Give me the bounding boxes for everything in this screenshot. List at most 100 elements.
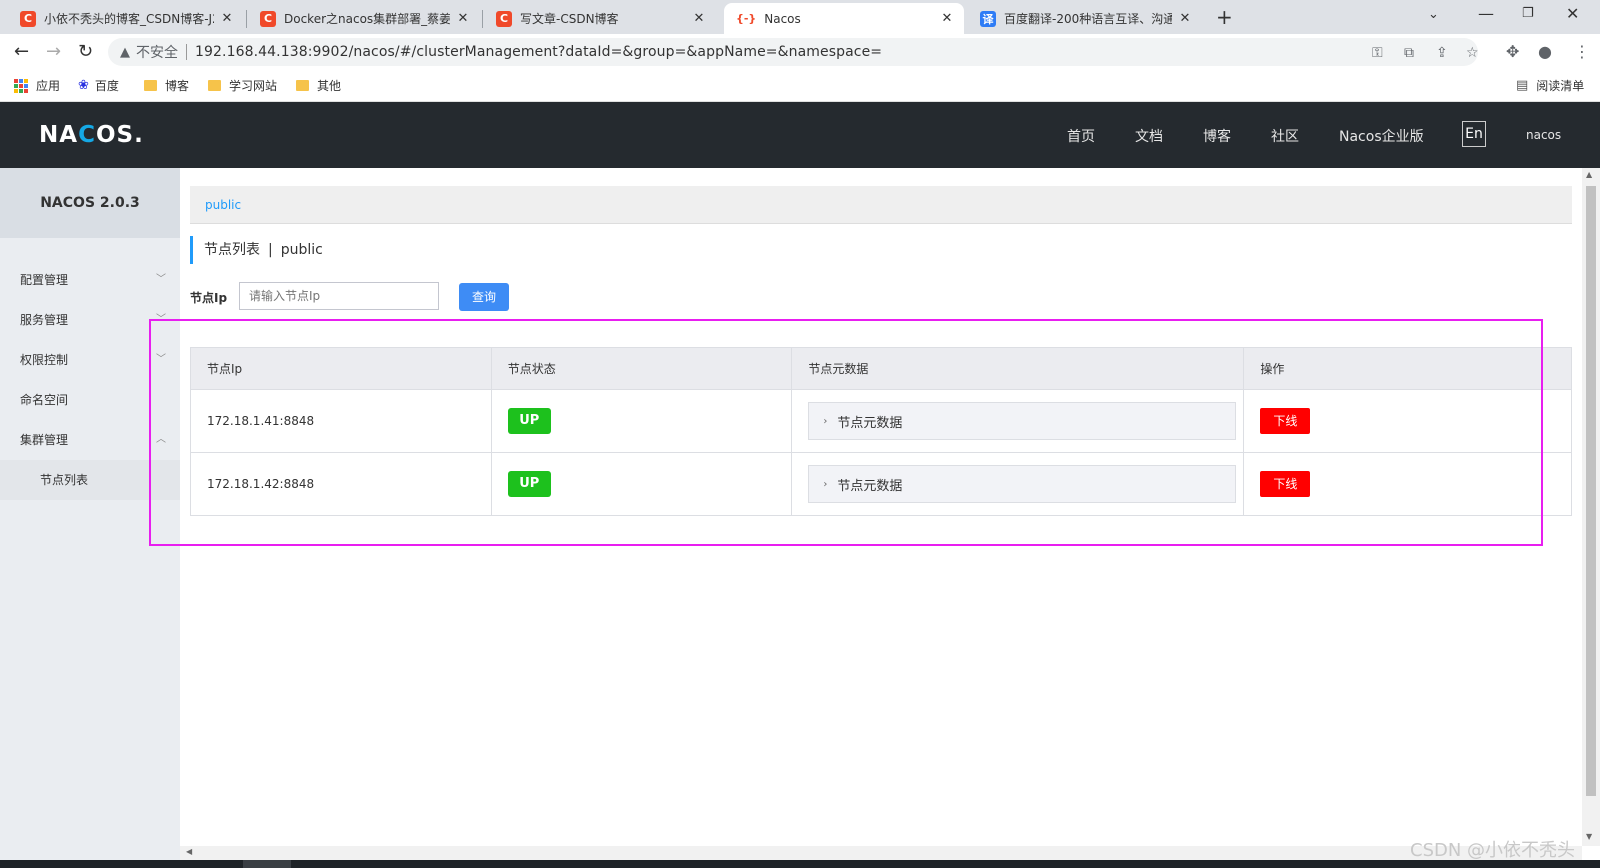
scroll-down-icon[interactable]: ▼ xyxy=(1586,832,1592,841)
page-title-separator: | xyxy=(268,242,273,258)
taskbar-item xyxy=(243,860,291,868)
node-status-cell: UP xyxy=(490,452,793,516)
bookmark-star-icon[interactable]: ☆ xyxy=(1466,45,1479,61)
csdn-favicon-icon: C xyxy=(20,10,36,27)
sidebar-item-label: 服务管理 xyxy=(20,313,69,327)
extensions-icon[interactable]: ✥ xyxy=(1506,42,1519,61)
browser-tab[interactable]: C 写文章-CSDN博客 ✕ xyxy=(484,3,716,34)
bookmark-label: 其他 xyxy=(317,79,342,93)
close-tab-icon[interactable]: ✕ xyxy=(940,11,954,26)
new-tab-icon[interactable]: + xyxy=(1216,5,1233,29)
page-title: 节点列表 | public xyxy=(190,236,323,264)
forward-icon[interactable]: → xyxy=(46,41,61,62)
bookmark-apps[interactable]: 应用 xyxy=(14,77,60,94)
bookmark-folder-other[interactable]: 其他 xyxy=(296,77,341,94)
sidebar-item-service[interactable]: 服务管理 ﹀ xyxy=(0,300,180,340)
bookmark-baidu[interactable]: ❀ 百度 xyxy=(78,77,119,94)
chevron-right-icon: › xyxy=(823,415,828,427)
node-ip-input[interactable] xyxy=(239,282,439,310)
nav-enterprise[interactable]: Nacos企业版 xyxy=(1339,126,1424,146)
restore-icon[interactable]: ❐ xyxy=(1522,6,1534,21)
tab-title: 小依不秃头的博客_CSDN博客-J2 xyxy=(44,12,214,26)
close-window-icon[interactable]: ✕ xyxy=(1566,4,1579,23)
translate-icon[interactable]: ⧉ xyxy=(1404,45,1414,61)
sidebar-item-namespace[interactable]: 命名空间 xyxy=(0,380,180,420)
menu-kebab-icon[interactable]: ⋮ xyxy=(1574,42,1590,61)
table-row: 172.18.1.42:8848 UP › 节点元数据 下线 xyxy=(190,452,1572,516)
node-ip-cell: 172.18.1.42:8848 xyxy=(190,452,492,516)
node-action-cell: 下线 xyxy=(1243,389,1572,453)
sidebar-item-label: 权限控制 xyxy=(20,353,69,367)
close-tab-icon[interactable]: ✕ xyxy=(220,11,234,26)
status-badge: UP xyxy=(507,408,551,434)
bookmark-folder-study[interactable]: 学习网站 xyxy=(208,77,277,94)
folder-icon xyxy=(296,80,309,91)
omnibox[interactable]: ▲ 不安全 192.168.44.138:9902/nacos/#/cluste… xyxy=(108,38,1478,66)
apps-grid-icon xyxy=(14,78,28,93)
back-icon[interactable]: ← xyxy=(14,41,29,62)
close-tab-icon[interactable]: ✕ xyxy=(1178,11,1192,26)
page-title-text: 节点列表 xyxy=(204,242,260,258)
bookmark-label: 学习网站 xyxy=(229,79,278,93)
column-header-metadata: 节点元数据 xyxy=(791,347,1245,390)
status-badge: UP xyxy=(507,471,551,497)
key-icon[interactable]: ⚿ xyxy=(1372,45,1383,61)
column-header-ip: 节点Ip xyxy=(190,347,492,390)
sidebar-item-cluster[interactable]: 集群管理 ︿ xyxy=(0,420,180,460)
metadata-collapse[interactable]: › 节点元数据 xyxy=(808,465,1237,503)
metadata-collapse[interactable]: › 节点元数据 xyxy=(808,402,1237,440)
reload-icon[interactable]: ↻ xyxy=(78,41,93,62)
sidebar-item-config[interactable]: 配置管理 ﹀ xyxy=(0,260,180,300)
tab-search-icon[interactable]: ⌄ xyxy=(1428,7,1439,22)
close-tab-icon[interactable]: ✕ xyxy=(692,11,706,26)
horizontal-scrollbar[interactable]: ◀ xyxy=(180,846,1582,860)
node-metadata-cell: › 节点元数据 xyxy=(791,389,1245,453)
close-tab-icon[interactable]: ✕ xyxy=(456,11,470,26)
tab-title: 百度翻译-200种语言互译、沟通... xyxy=(1004,12,1172,26)
nav-blog[interactable]: 博客 xyxy=(1203,126,1231,146)
offline-button[interactable]: 下线 xyxy=(1260,408,1311,434)
sidebar-item-label: 配置管理 xyxy=(20,273,69,287)
profile-avatar-icon[interactable]: ● xyxy=(1538,42,1552,61)
nacos-favicon-icon: {-} xyxy=(736,12,757,25)
minimize-icon[interactable]: — xyxy=(1478,4,1494,23)
share-icon[interactable]: ⇪ xyxy=(1436,45,1448,61)
browser-tab[interactable]: C Docker之nacos集群部署_蔡姜康 ✕ xyxy=(248,3,480,34)
browser-tab-active[interactable]: {-} Nacos ✕ xyxy=(724,3,964,34)
csdn-favicon-icon: C xyxy=(496,10,512,27)
nav-home[interactable]: 首页 xyxy=(1067,126,1095,146)
query-button[interactable]: 查询 xyxy=(459,283,509,311)
language-toggle-button[interactable]: En xyxy=(1462,121,1486,147)
user-name[interactable]: nacos xyxy=(1526,128,1561,142)
sidebar-title: NACOS 2.0.3 xyxy=(0,168,180,238)
node-ip-cell: 172.18.1.41:8848 xyxy=(190,389,492,453)
tab-title: Docker之nacos集群部署_蔡姜康 xyxy=(284,12,450,26)
metadata-label: 节点元数据 xyxy=(837,415,903,431)
bookmark-folder-blog[interactable]: 博客 xyxy=(144,77,189,94)
sidebar-subitem-node-list[interactable]: 节点列表 xyxy=(0,460,180,500)
namespace-link[interactable]: public xyxy=(205,198,241,212)
browser-tab[interactable]: 译 百度翻译-200种语言互译、沟通... ✕ xyxy=(968,3,1202,34)
node-status-cell: UP xyxy=(490,389,793,453)
reading-list-icon: ▤ xyxy=(1516,78,1529,93)
url-text[interactable]: 192.168.44.138:9902/nacos/#/clusterManag… xyxy=(195,44,882,60)
nav-community[interactable]: 社区 xyxy=(1271,126,1299,146)
scroll-up-icon[interactable]: ▲ xyxy=(1586,170,1592,179)
bookmark-label: 百度 xyxy=(94,79,119,93)
vertical-scrollbar[interactable]: ▲ ▼ xyxy=(1582,168,1600,846)
sidebar-item-auth[interactable]: 权限控制 ﹀ xyxy=(0,340,180,380)
scroll-left-icon[interactable]: ◀ xyxy=(186,847,192,856)
bookmarks-bar: 应用 ❀ 百度 博客 学习网站 其他 ▤ 阅读清单 xyxy=(0,70,1600,102)
offline-button[interactable]: 下线 xyxy=(1260,471,1311,497)
chevron-down-icon: ﹀ xyxy=(156,354,166,365)
reading-list[interactable]: ▤ 阅读清单 xyxy=(1516,77,1584,94)
nav-docs[interactable]: 文档 xyxy=(1135,126,1163,146)
browser-tab[interactable]: C 小依不秃头的博客_CSDN博客-J2 ✕ xyxy=(8,3,244,34)
nacos-logo[interactable]: NACOS. xyxy=(39,122,144,148)
omnibox-divider xyxy=(186,44,187,60)
taskbar-strip xyxy=(0,860,1600,868)
chevron-down-icon: ﹀ xyxy=(156,314,166,325)
sidebar-item-label: 集群管理 xyxy=(20,433,69,447)
scrollbar-thumb[interactable] xyxy=(1586,186,1596,796)
chevron-right-icon: › xyxy=(823,478,828,490)
